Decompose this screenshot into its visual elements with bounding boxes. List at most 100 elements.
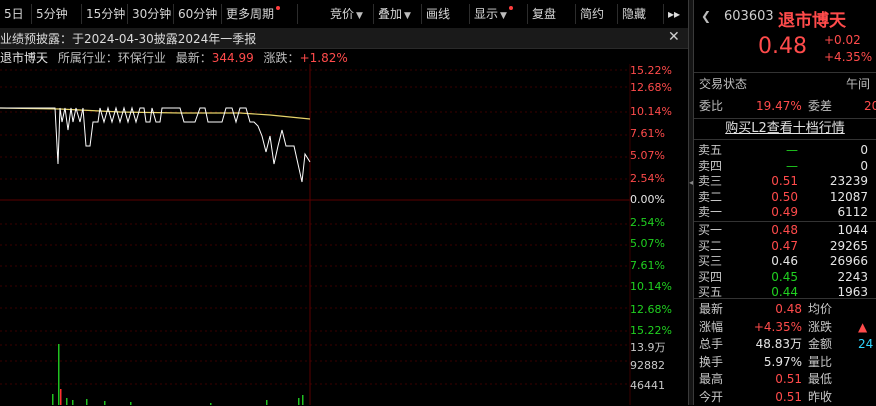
- orderbook-level-label: 买一: [698, 223, 723, 237]
- weicha-label: 委差: [808, 99, 833, 113]
- toolbar-button-12[interactable]: 隐藏: [618, 4, 664, 24]
- toolbar-button-4[interactable]: 60分钟: [174, 4, 222, 24]
- orderbook-level-label: 卖二: [698, 189, 723, 204]
- price-change: +0.02: [824, 33, 861, 47]
- toolbar-more-arrows-icon[interactable]: ▸▸: [664, 4, 686, 24]
- stat-label: 涨跌: [808, 319, 833, 334]
- volume-bar: [302, 395, 304, 405]
- toolbar-button-5[interactable]: 更多周期: [222, 4, 298, 24]
- toolbar-button-11[interactable]: 简约: [576, 4, 618, 24]
- toolbar-button-9[interactable]: 显示 ▼: [470, 4, 528, 24]
- back-arrow-icon[interactable]: ❮: [701, 9, 711, 23]
- volume-bar: [86, 399, 88, 405]
- axis-tick-label: 12.68%: [630, 303, 672, 316]
- axis-tick-label: 15.22%: [630, 324, 672, 337]
- axis-tick-label: 13.9万: [630, 341, 666, 354]
- orderbook-price: 0.46: [771, 254, 798, 268]
- stat-label: 量比: [808, 354, 833, 369]
- orderbook-row-buys-3[interactable]: 买四 0.45 2243: [694, 270, 876, 285]
- orderbook-row-sells-4[interactable]: 卖一 0.49 6112: [694, 205, 876, 220]
- orderbook-row-sells-0[interactable]: 卖五 — 0: [694, 143, 876, 158]
- toolbar-button-label: 隐藏: [622, 7, 647, 21]
- divider: [694, 139, 876, 140]
- toolbar-button-label: 复盘: [532, 7, 557, 21]
- change-value: +1.82%: [299, 51, 348, 65]
- volume-bar: [60, 389, 62, 405]
- stat-value: ▲: [858, 319, 868, 334]
- toolbar-button-3[interactable]: 30分钟: [128, 4, 174, 24]
- stat-label: 金额: [808, 337, 833, 351]
- weibi-label: 委比: [699, 99, 724, 113]
- toolbar-button-8[interactable]: 画线: [422, 4, 470, 24]
- stock-name-label: 退市博天: [0, 51, 49, 65]
- stat-row: 换手 5.97% 量比: [694, 354, 876, 371]
- toolbar-button-0[interactable]: 5日: [0, 4, 32, 24]
- orderbook-row-sells-3[interactable]: 卖二 0.50 12087: [694, 190, 876, 205]
- toolbar-button-2[interactable]: 15分钟: [82, 4, 128, 24]
- chart-canvas[interactable]: [0, 64, 688, 405]
- orderbook-volume: 12087: [829, 189, 868, 204]
- orderbook-row-buys-2[interactable]: 买三 0.46 26966: [694, 254, 876, 269]
- period-toolbar: 5日 5分钟 15分钟 30分钟 60分钟 更多周期 竞价 ▼ 叠加 ▼ 画线 显示 ▼ 复盘 简约 隐藏 ▸▸: [0, 0, 688, 29]
- axis-tick-label: 7.61%: [630, 259, 665, 272]
- orderbook-volume: 1044: [837, 223, 868, 237]
- trade-status-value: 午间: [846, 77, 871, 91]
- weibi-value: 19.47%: [756, 99, 802, 113]
- axis-tick-label: 2.54%: [630, 216, 665, 229]
- stat-label: 涨幅: [699, 319, 724, 334]
- orderbook-price: 0.51: [771, 174, 798, 188]
- orderbook-price: 0.45: [771, 269, 798, 284]
- collapse-arrow-icon[interactable]: ◂: [689, 178, 693, 187]
- l2-upgrade-link[interactable]: 购买L2查看十档行情: [694, 119, 876, 139]
- toolbar-button-1[interactable]: 5分钟: [32, 4, 82, 24]
- toolbar-button-7[interactable]: 叠加 ▼: [374, 4, 422, 24]
- orderbook-price: 0.50: [771, 189, 798, 204]
- intraday-chart[interactable]: 15.22% 12.68% 10.14% 7.61% 5.07% 2.54% 0.00% 2.…: [0, 64, 688, 405]
- close-icon[interactable]: ✕: [668, 29, 680, 45]
- industry-link[interactable]: 环保行业: [118, 51, 166, 65]
- divider: [694, 221, 876, 222]
- orderbook-row-sells-2[interactable]: 卖三 0.51 23239: [694, 174, 876, 189]
- axis-tick-label: 10.14%: [630, 105, 672, 118]
- latest-label: 最新：344.99: [175, 51, 254, 65]
- axis-tick-label: 5.07%: [630, 237, 665, 250]
- orderbook-volume: 23239: [829, 174, 868, 188]
- toolbar-button-label: 5分钟: [36, 7, 68, 21]
- caret-down-icon: ▼: [356, 11, 363, 21]
- toolbar-button-6[interactable]: 竞价 ▼: [326, 4, 374, 24]
- change-label: 涨跌：+1.82%: [263, 51, 348, 65]
- stat-label: 均价: [808, 302, 833, 316]
- toolbar-button-label: 60分钟: [178, 7, 218, 21]
- notification-dot-icon: [508, 6, 513, 10]
- trade-status-label: 交易状态: [699, 77, 748, 91]
- stat-row: 总手 48.83万 金额 24: [694, 336, 876, 353]
- stock-name: 退市博天: [778, 11, 846, 31]
- orderbook-level-label: 卖一: [698, 205, 723, 219]
- orderbook-row-buys-0[interactable]: 买一 0.48 1044: [694, 223, 876, 238]
- trade-status-row: 交易状态 午间: [694, 74, 876, 94]
- orderbook-level-label: 卖四: [698, 158, 723, 173]
- toolbar-button-label: 30分钟: [132, 7, 172, 21]
- stat-label: 最低: [808, 372, 833, 386]
- axis-tick-label: 10.14%: [630, 280, 672, 293]
- orderbook-level-label: 卖五: [698, 143, 723, 157]
- axis-tick-label: 15.22%: [630, 64, 672, 77]
- stock-header: ❮ 603603 退市博天 0.48 +0.02 +4.35%: [694, 0, 876, 73]
- industry-label: 所属行业：环保行业: [57, 51, 166, 65]
- toolbar-button-10[interactable]: 复盘: [528, 4, 576, 24]
- volume-bar: [66, 398, 68, 405]
- axis-tick-label: 2.54%: [630, 172, 665, 185]
- stat-row: 今开 0.51 昨收: [694, 389, 876, 406]
- stat-label: 今开: [699, 389, 724, 404]
- orderbook-volume: 26966: [829, 254, 868, 268]
- volume-bar: [72, 400, 74, 405]
- orderbook-level-label: 买二: [698, 238, 723, 253]
- notice-text[interactable]: 业绩预披露：于2024-04-30披露2024年一季报: [0, 30, 256, 47]
- orderbook-row-buys-1[interactable]: 买二 0.47 29265: [694, 239, 876, 254]
- toolbar-button-label: 竞价: [330, 7, 355, 21]
- orderbook-row-sells-1[interactable]: 卖四 — 0: [694, 159, 876, 174]
- toolbar-button-label: 叠加: [378, 7, 403, 21]
- caret-down-icon: ▼: [404, 11, 411, 21]
- stock-code: 603603: [724, 9, 774, 24]
- orderbook-level-label: 卖三: [698, 174, 723, 188]
